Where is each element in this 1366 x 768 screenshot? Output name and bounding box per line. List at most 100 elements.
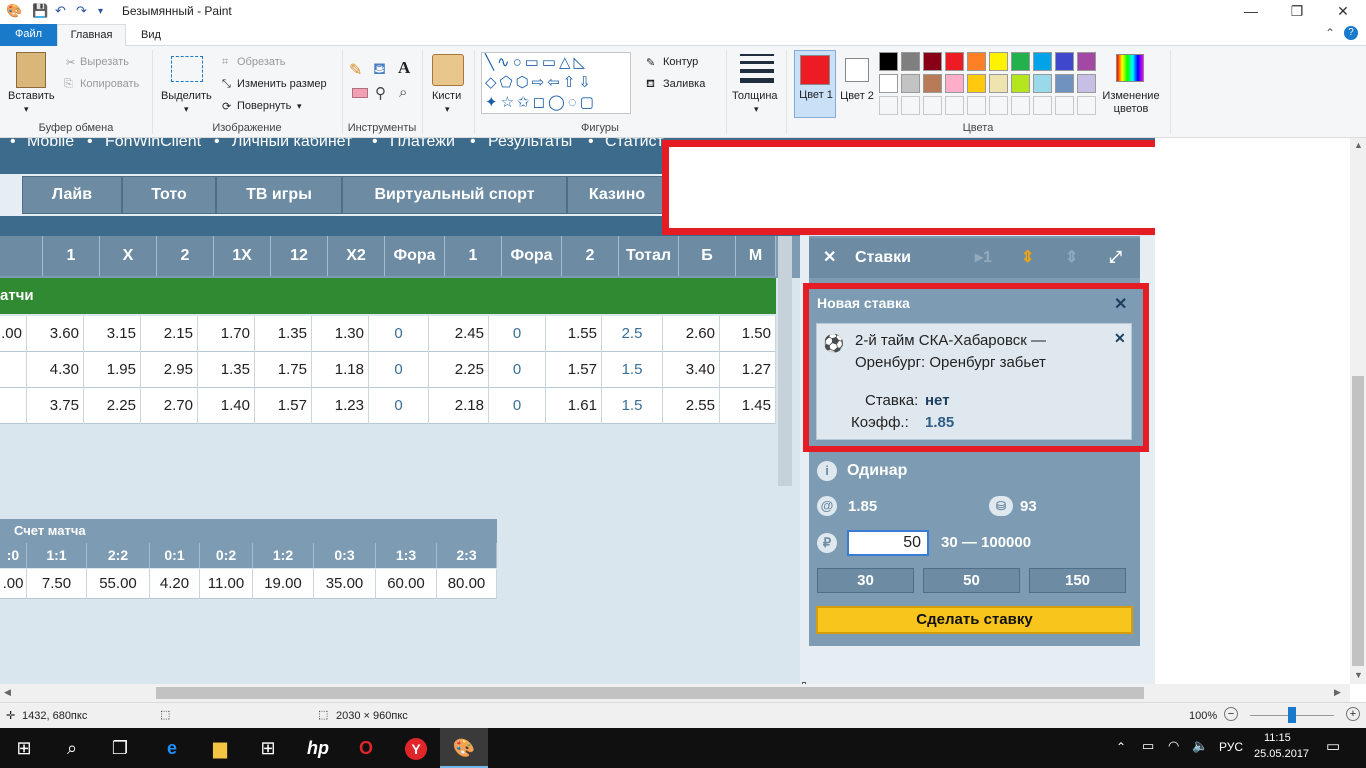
paint-canvas[interactable]: • Mobile • FonWinClient • Личный кабинет… bbox=[0, 138, 1350, 684]
brushes-button[interactable]: Кисти bbox=[432, 90, 461, 102]
clock-time[interactable]: 11:15 bbox=[1264, 732, 1291, 744]
nav-statistics[interactable]: Статист bbox=[605, 138, 664, 151]
crop-button[interactable]: Обрезать bbox=[237, 56, 286, 68]
odds-cell[interactable]: 1.70 bbox=[198, 316, 255, 352]
odds-cell[interactable]: 1.57 bbox=[255, 388, 312, 424]
paste-button[interactable]: Вставить bbox=[8, 90, 55, 102]
odds-cell[interactable]: 2.5 bbox=[602, 316, 663, 352]
score-value-cell[interactable]: .00 bbox=[0, 569, 27, 599]
nav-personal-cabinet[interactable]: Личный кабинет bbox=[232, 138, 352, 151]
palette-swatch[interactable] bbox=[923, 74, 942, 93]
network-icon[interactable]: ▭ bbox=[1142, 738, 1154, 754]
color-picker-icon[interactable]: ⚲ bbox=[375, 84, 386, 102]
odds-cell[interactable]: 1.95 bbox=[84, 352, 141, 388]
cut-button[interactable]: Вырезать bbox=[80, 56, 129, 68]
palette-swatch[interactable] bbox=[1011, 52, 1030, 71]
palette-swatch[interactable] bbox=[967, 52, 986, 71]
fill-shape-button[interactable]: Заливка bbox=[663, 78, 705, 90]
paste-dropdown-icon[interactable]: ▾ bbox=[24, 104, 29, 115]
site-tab-toto[interactable]: Тото bbox=[122, 176, 216, 214]
odds-cell[interactable]: 2.55 bbox=[663, 388, 720, 424]
edit-colors-icon[interactable] bbox=[1116, 54, 1144, 82]
odds-cell[interactable]: 2.25 bbox=[84, 388, 141, 424]
quick-amount-150[interactable]: 150 bbox=[1029, 568, 1126, 593]
palette-swatch[interactable] bbox=[901, 52, 920, 71]
ribbon-collapse-icon[interactable]: ⌃ bbox=[1325, 26, 1335, 40]
scroll-up-icon[interactable]: ▲ bbox=[1354, 140, 1363, 150]
odds-cell[interactable]: 1.61 bbox=[546, 388, 602, 424]
redo-icon[interactable]: ↷ bbox=[76, 3, 87, 19]
odds-cell[interactable]: 1.35 bbox=[255, 316, 312, 352]
odds-cell[interactable]: 2.70 bbox=[141, 388, 198, 424]
odds-cell[interactable]: 1.40 bbox=[198, 388, 255, 424]
nav-fonwinclient[interactable]: FonWinClient bbox=[105, 138, 201, 151]
score-value-cell[interactable]: 19.00 bbox=[253, 569, 314, 599]
size-button[interactable]: Толщина bbox=[732, 90, 778, 102]
clock-date[interactable]: 25.05.2017 bbox=[1254, 748, 1309, 760]
search-icon[interactable]: ⌕ bbox=[48, 728, 96, 768]
one-click-icon[interactable]: ▸1 bbox=[975, 238, 992, 278]
palette-swatch[interactable] bbox=[989, 52, 1008, 71]
palette-swatch[interactable] bbox=[879, 52, 898, 71]
magnifier-icon[interactable]: ⌕ bbox=[399, 84, 407, 101]
odds-cell[interactable]: 2.15 bbox=[141, 316, 198, 352]
select-dropdown-icon[interactable]: ▾ bbox=[184, 104, 189, 115]
site-tab-tv-games[interactable]: ТВ игры bbox=[216, 176, 342, 214]
eraser-icon[interactable] bbox=[352, 88, 368, 98]
odds-cell[interactable]: 1.5 bbox=[602, 352, 663, 388]
volume-icon[interactable]: 🔈 bbox=[1192, 738, 1208, 754]
palette-swatch[interactable] bbox=[1077, 74, 1096, 93]
odds-cell[interactable]: 3.75 bbox=[27, 388, 84, 424]
custom-swatch[interactable] bbox=[945, 96, 964, 115]
tab-file[interactable]: Файл bbox=[0, 24, 57, 46]
tab-view[interactable]: Вид bbox=[126, 24, 176, 46]
size-dropdown-icon[interactable]: ▾ bbox=[754, 104, 759, 115]
edge-icon[interactable]: e bbox=[148, 728, 196, 768]
score-value-cell[interactable]: 7.50 bbox=[27, 569, 87, 599]
size-icon[interactable] bbox=[740, 54, 774, 83]
tab-home[interactable]: Главная bbox=[57, 24, 126, 47]
odds-cell[interactable]: 1.35 bbox=[198, 352, 255, 388]
minimize-button[interactable]: — bbox=[1228, 0, 1274, 24]
palette-swatch[interactable] bbox=[945, 52, 964, 71]
shapes-gallery[interactable]: ╲∿○▭▭△◺ ◇⬠⬡⇨⇦⇧⇩ ✦☆✩◻◯◌▢ bbox=[481, 52, 631, 114]
custom-swatch[interactable] bbox=[901, 96, 920, 115]
site-tab-live[interactable]: Лайв bbox=[22, 176, 122, 214]
task-view-icon[interactable]: ❐ bbox=[96, 728, 144, 768]
vertical-scroll-thumb[interactable] bbox=[1352, 376, 1364, 666]
palette-swatch[interactable] bbox=[1011, 74, 1030, 93]
score-value-cell[interactable]: 4.20 bbox=[150, 569, 200, 599]
close-button[interactable]: ✕ bbox=[1320, 0, 1366, 24]
score-value-cell[interactable]: 35.00 bbox=[314, 569, 376, 599]
odds-cell[interactable]: 1.30 bbox=[312, 316, 369, 352]
scroll-right-icon[interactable]: ▶ bbox=[1334, 687, 1341, 698]
odds-cell[interactable]: 0 bbox=[369, 352, 429, 388]
odds-cell[interactable]: 1.55 bbox=[546, 316, 602, 352]
odds-cell[interactable]: 1.75 bbox=[255, 352, 312, 388]
odds-cell[interactable]: 1.23 bbox=[312, 388, 369, 424]
color2-selector[interactable]: Цвет 2 bbox=[838, 50, 876, 118]
resize-button[interactable]: Изменить размер bbox=[237, 78, 327, 90]
score-value-cell[interactable]: 80.00 bbox=[437, 569, 497, 599]
odds-cell[interactable]: 2.45 bbox=[429, 316, 489, 352]
zoom-in-button[interactable]: + bbox=[1346, 707, 1360, 721]
tray-expand-icon[interactable]: ⌃ bbox=[1116, 740, 1126, 754]
quick-amount-30[interactable]: 30 bbox=[817, 568, 914, 593]
nav-results[interactable]: Результаты bbox=[488, 138, 572, 151]
fill-icon[interactable]: ⛾ bbox=[373, 60, 386, 80]
palette-swatch[interactable] bbox=[1077, 52, 1096, 71]
sort-icon[interactable]: ⇕ bbox=[1021, 238, 1034, 278]
language-indicator[interactable]: РУС bbox=[1219, 740, 1243, 754]
custom-swatch[interactable] bbox=[967, 96, 986, 115]
select-icon[interactable] bbox=[171, 56, 203, 82]
palette-swatch[interactable] bbox=[967, 74, 986, 93]
maximize-button[interactable]: ❐ bbox=[1274, 0, 1320, 24]
zoom-slider-thumb[interactable] bbox=[1288, 707, 1296, 723]
custom-swatch[interactable] bbox=[1033, 96, 1052, 115]
odds-cell[interactable]: 0 bbox=[489, 352, 546, 388]
custom-swatch[interactable] bbox=[1055, 96, 1074, 115]
horizontal-scrollbar[interactable]: ◀ ▶ bbox=[0, 684, 1350, 702]
paste-icon[interactable] bbox=[16, 52, 46, 88]
site-scrollbar[interactable] bbox=[778, 236, 792, 486]
odds-cell[interactable]: 1.5 bbox=[602, 388, 663, 424]
